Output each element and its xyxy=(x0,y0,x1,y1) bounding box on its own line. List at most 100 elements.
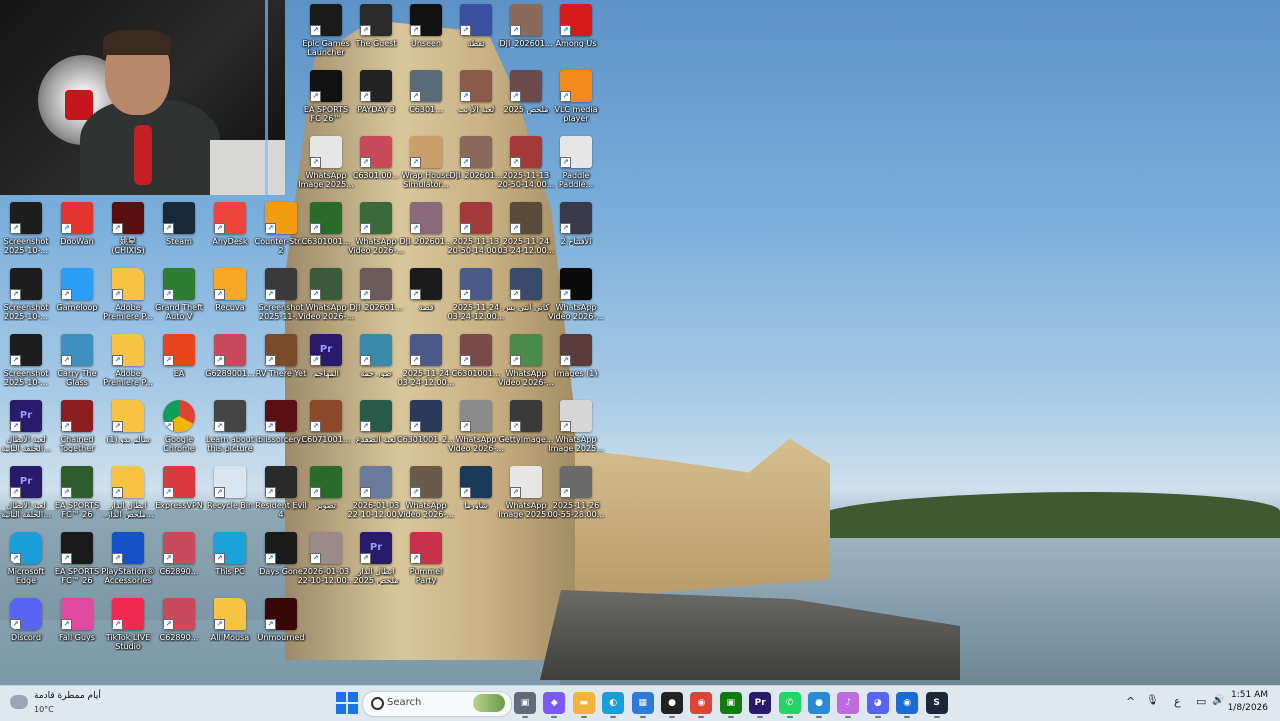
shortcut-arrow-icon: ↗ xyxy=(310,157,321,168)
shortcut-arrow-icon: ↗ xyxy=(310,487,321,498)
input-language-indicator[interactable]: ع xyxy=(1174,695,1181,708)
desktop-icon[interactable]: ↗ Unmourned xyxy=(251,598,311,642)
desktop-icon[interactable]: ↗ Among Us xyxy=(546,4,606,48)
shortcut-arrow-icon: ↗ xyxy=(410,487,421,498)
shortcut-arrow-icon: ↗ xyxy=(163,421,174,432)
image-icon: ↗ xyxy=(510,400,542,432)
shortcut-arrow-icon: ↗ xyxy=(10,421,21,432)
shortcut-arrow-icon: ↗ xyxy=(265,289,276,300)
shortcut-arrow-icon: ↗ xyxy=(310,355,321,366)
music-icon[interactable]: ♪ xyxy=(837,692,860,718)
desktop[interactable]: ↗ Screenshot 2025-10-... ↗ DooWan ↗ 姚星 (CHIXI… xyxy=(0,0,1280,720)
shortcut-arrow-icon: ↗ xyxy=(460,25,471,36)
game-icon: ↗ xyxy=(410,136,442,168)
shortcut-arrow-icon: ↗ xyxy=(163,553,174,564)
image-icon: ↗ xyxy=(510,70,542,102)
location-pin-icon[interactable]: ● xyxy=(661,692,683,718)
clock-date[interactable]: 1/8/2026 xyxy=(1228,703,1268,713)
shortcut-arrow-icon: ↗ xyxy=(163,223,174,234)
image-icon: ↗ xyxy=(163,532,195,564)
game-icon: ↗ xyxy=(265,532,297,564)
xbox-icon[interactable]: ▣ xyxy=(719,692,742,718)
shortcut-arrow-icon: ↗ xyxy=(112,553,123,564)
copilot-icon[interactable]: ◆ xyxy=(543,692,566,718)
steam-icon[interactable]: S xyxy=(925,692,948,718)
desktop-icon[interactable]: ↗ WhatsApp Video 2026-... xyxy=(546,268,606,321)
windows-logo-pane xyxy=(348,704,358,714)
desktop-icon-label: WhatsApp Video 2026-... xyxy=(548,303,604,321)
video-icon: ↗ xyxy=(560,268,592,300)
video-icon: ↗ xyxy=(360,466,392,498)
microsoft-store-icon[interactable]: ▦ xyxy=(631,692,654,718)
desktop-icon-label: Paddle Paddle... xyxy=(558,171,594,189)
game-icon: ↗ xyxy=(410,532,442,564)
desktop-icon[interactable]: ↗ images (1) xyxy=(546,334,606,378)
network-icon[interactable]: ▭ xyxy=(1196,695,1206,708)
shortcut-arrow-icon: ↗ xyxy=(10,223,21,234)
shortcut-arrow-icon: ↗ xyxy=(163,289,174,300)
shortcut-arrow-icon: ↗ xyxy=(510,355,521,366)
video-icon: ↗ xyxy=(460,268,492,300)
desktop-icon[interactable]: ↗ Paddle Paddle... xyxy=(546,136,606,189)
video-icon: ↗ xyxy=(310,268,342,300)
shortcut-arrow-icon: ↗ xyxy=(310,553,321,564)
folder-icon: ↗ xyxy=(214,598,246,630)
taskbar-search[interactable]: Search xyxy=(362,691,512,717)
discord-icon[interactable]: ◕ xyxy=(866,692,889,718)
desktop-icon[interactable]: ↗ VLC media player xyxy=(546,70,606,123)
shortcut-arrow-icon: ↗ xyxy=(10,619,21,630)
show-hidden-icons-chevron-icon[interactable]: ^ xyxy=(1126,695,1135,708)
shortcut-arrow-icon: ↗ xyxy=(460,223,471,234)
desktop-icon[interactable]: ↗ الأفتتاح 2 xyxy=(546,202,606,246)
desktop-icon[interactable]: ↗ WhatsApp Image 2025... xyxy=(546,400,606,453)
shortcut-arrow-icon: ↗ xyxy=(10,355,21,366)
desktop-icon[interactable]: ↗ Pummel Party xyxy=(396,532,456,585)
shortcut-arrow-icon: ↗ xyxy=(510,487,521,498)
video-icon: ↗ xyxy=(510,334,542,366)
system-tray: ^ 🎙 ع ▭ 🔊 1:51 AM 1/8/2026 xyxy=(1120,686,1280,721)
app-icon[interactable]: ● xyxy=(808,692,830,718)
video-icon: ↗ xyxy=(310,466,342,498)
app-icon-2[interactable]: ◉ xyxy=(896,692,919,718)
windows-logo-pane xyxy=(336,704,346,714)
whatsapp-icon[interactable]: ✆ xyxy=(778,692,801,718)
shortcut-arrow-icon: ↗ xyxy=(410,25,421,36)
clock-time[interactable]: 1:51 AM xyxy=(1231,690,1268,700)
folder-icon: ↗ xyxy=(112,466,144,498)
video-icon: ↗ xyxy=(510,268,542,300)
steam-icon: ↗ xyxy=(163,202,195,234)
shortcut-arrow-icon: ↗ xyxy=(560,91,571,102)
shortcut-arrow-icon: ↗ xyxy=(410,91,421,102)
file-explorer-icon[interactable]: ▬ xyxy=(572,692,595,718)
desktop-icon-label: Pummel Party xyxy=(409,567,443,585)
shortcut-arrow-icon: ↗ xyxy=(214,421,225,432)
video-icon: ↗ xyxy=(460,202,492,234)
image-icon: ↗ xyxy=(360,136,392,168)
shortcut-arrow-icon: ↗ xyxy=(112,355,123,366)
this-pc-icon: ↗ xyxy=(214,532,246,564)
shortcut-arrow-icon: ↗ xyxy=(163,487,174,498)
shortcut-arrow-icon: ↗ xyxy=(460,157,471,168)
expressvpn-icon: ↗ xyxy=(163,466,195,498)
start-button[interactable] xyxy=(336,692,358,714)
weather-widget[interactable]: أيام ممطرة قادمة 10°C xyxy=(10,689,160,717)
shortcut-arrow-icon: ↗ xyxy=(560,289,571,300)
game-icon: ↗ xyxy=(265,334,297,366)
image-icon: ↗ xyxy=(510,466,542,498)
premiere-pro-icon[interactable]: Pr xyxy=(749,692,772,718)
webcam-chair xyxy=(65,90,93,120)
desktop-icon[interactable]: ↗ 2025-11-26 00-55-28.00... xyxy=(546,466,606,519)
video-icon: ↗ xyxy=(460,466,492,498)
edge-icon[interactable]: ◐ xyxy=(602,692,625,718)
volume-icon[interactable]: 🔊 xyxy=(1212,695,1224,706)
task-view-icon[interactable]: ▣ xyxy=(514,692,536,718)
gameloop-icon: ↗ xyxy=(61,268,93,300)
microphone-icon[interactable]: 🎙 xyxy=(1146,695,1159,706)
chrome-icon[interactable]: ◉ xyxy=(690,692,713,718)
image-icon: ↗ xyxy=(560,334,592,366)
shortcut-arrow-icon: ↗ xyxy=(460,289,471,300)
shortcut-arrow-icon: ↗ xyxy=(410,289,421,300)
webcam-desk xyxy=(210,140,285,195)
game-icon: ↗ xyxy=(265,598,297,630)
shortcut-arrow-icon: ↗ xyxy=(510,91,521,102)
